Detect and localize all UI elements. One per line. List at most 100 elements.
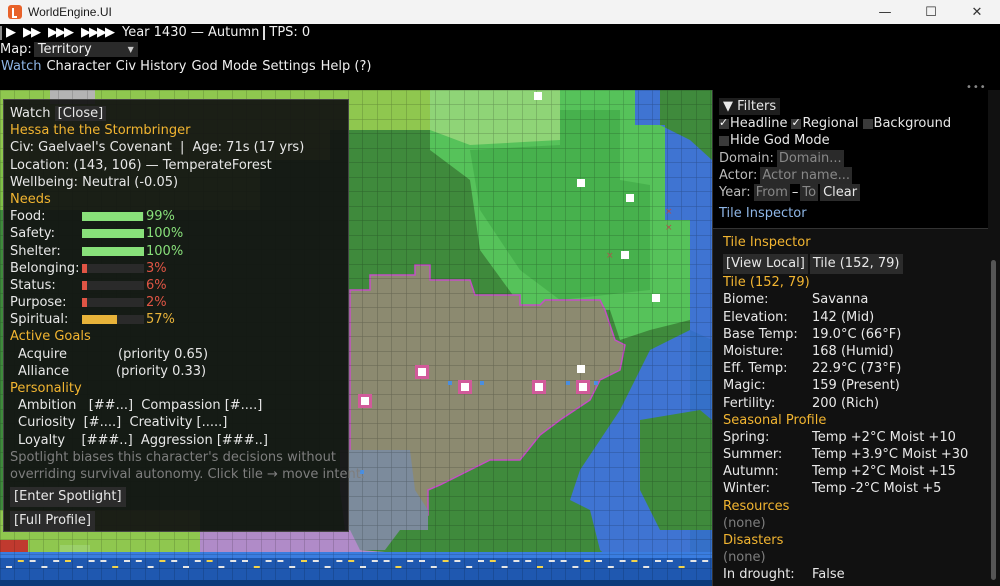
character-civ[interactable]: Civ: Gaelvael's Covenant — [10, 140, 172, 155]
tile-prop-key: Eff. Temp: — [723, 361, 788, 377]
sim-date: Year 1430 — Autumn — [122, 25, 260, 40]
season-key: Winter: — [723, 481, 771, 497]
event-filters-panel: ▼ Filters Headline Regional Background H… — [712, 90, 988, 228]
menu-settings[interactable]: Settings — [261, 59, 316, 74]
need-row: Safety: 100% — [10, 225, 342, 242]
needs-list: Food: 99% Safety: 100% Shelter: 100% Belonging… — [10, 208, 342, 328]
pause-icon[interactable] — [0, 25, 2, 40]
ocean-wave-mark — [301, 560, 307, 562]
watch-close-button[interactable]: [Close] — [54, 106, 107, 121]
tile-prop-key: Elevation: — [723, 309, 788, 325]
ocean-wave-mark — [643, 566, 650, 568]
ocean-wave-mark — [112, 566, 119, 568]
personality-line: Curiosity [#....] Creativity [.....] — [18, 415, 228, 431]
svg-text:×: × — [665, 223, 673, 233]
map-horizontal-scrollbar[interactable] — [0, 580, 712, 586]
menu-watch[interactable]: Watch — [0, 59, 42, 74]
headline-label: Headline — [730, 116, 788, 132]
goal-name: Acquire — [18, 346, 67, 362]
watch-panel: Watch [Close] Hessa the the Stormbringer… — [3, 99, 365, 532]
need-bar — [82, 229, 144, 239]
need-value: 2% — [146, 295, 167, 311]
menu-help[interactable]: Help (?) — [320, 59, 373, 74]
goal-name: Alliance — [18, 363, 70, 379]
year-from-input[interactable]: From — [753, 183, 790, 202]
background-checkbox[interactable] — [862, 118, 873, 129]
ocean-wave-mark — [419, 560, 425, 562]
inspector-scrollbar[interactable] — [988, 90, 1000, 586]
year-to-input[interactable]: To — [800, 183, 819, 202]
maximize-button[interactable]: ☐ — [908, 0, 954, 24]
full-profile-button[interactable]: [Full Profile] — [10, 511, 95, 532]
ocean-wave-mark — [383, 560, 390, 562]
scrollbar-thumb[interactable] — [991, 260, 996, 580]
seasonal-list: Spring: Temp +2°C Moist +10 Summer: Temp +3… — [723, 429, 978, 498]
ocean-wave-mark — [430, 566, 437, 568]
tile-prop-key: Magic: — [723, 378, 766, 394]
ocean-wave-mark — [690, 560, 697, 562]
menu-god-mode[interactable]: God Mode — [190, 59, 258, 74]
tile-properties: Biome: Savanna Elevation: 142 (Mid) Base Tem… — [723, 291, 978, 411]
speed-3-button[interactable]: ▶▶▶ — [48, 25, 74, 40]
need-bar-fill — [82, 298, 87, 308]
ocean-wave-mark — [584, 560, 591, 562]
season-row: Winter: Temp -2°C Moist +5 — [723, 480, 978, 497]
tile-prop-value: 168 (Humid) — [812, 343, 894, 359]
ocean-wave-mark — [702, 560, 709, 562]
view-local-button[interactable]: [View Local] — [723, 254, 808, 275]
map-selector-row: Map: Territory ▼ — [0, 41, 138, 58]
speed-2-button[interactable]: ▶▶ — [23, 25, 41, 40]
need-bar-fill — [82, 246, 144, 256]
ocean-wave-mark — [230, 560, 237, 562]
tile-prop-row: Eff. Temp: 22.9°C (73°F) — [723, 360, 978, 377]
tile-prop-row: Fertility: 200 (Rich) — [723, 395, 978, 412]
ocean-wave-mark — [560, 560, 567, 562]
need-label: Status: — [10, 277, 56, 293]
ocean-wave-mark — [159, 560, 166, 562]
need-label: Belonging: — [10, 260, 80, 276]
hide-god-mode-checkbox[interactable] — [719, 135, 729, 146]
character-age: Age: 71s (17 yrs) — [192, 140, 305, 156]
ocean-wave-mark — [135, 560, 142, 562]
tile-prop-row: Elevation: 142 (Mid) — [723, 309, 978, 326]
drought-value: False — [812, 567, 845, 583]
clear-filters-button[interactable]: Clear — [820, 183, 861, 202]
tile-coord-button[interactable]: Tile (152, 79) — [809, 254, 903, 275]
character-location[interactable]: Location: (143, 106) — TemperateForest — [10, 157, 342, 174]
speed-4-button[interactable]: ▶▶▶▶ — [81, 25, 115, 40]
need-bar-fill — [82, 229, 144, 239]
ocean-wave-mark — [537, 566, 543, 568]
tile-prop-row: Moisture: 168 (Humid) — [723, 343, 978, 360]
ocean-wave-mark — [147, 566, 154, 568]
tile-prop-value: 200 (Rich) — [812, 395, 880, 411]
speed-1-button[interactable]: ▶ — [6, 25, 16, 40]
seasonal-header: Seasonal Profile — [723, 412, 827, 428]
minimize-button[interactable]: — — [862, 0, 908, 24]
need-row: Status: 6% — [10, 277, 342, 294]
app-logo-icon — [8, 5, 22, 19]
ocean-wave-mark — [17, 560, 24, 562]
close-window-button[interactable]: ✕ — [954, 0, 1000, 24]
hide-god-mode-label: Hide God Mode — [730, 133, 830, 149]
tab-tile-inspector[interactable]: Tile Inspector — [719, 205, 807, 222]
ocean-wave-mark — [348, 560, 355, 562]
map-mode-value: Territory — [37, 42, 92, 57]
need-row: Belonging: 3% — [10, 260, 342, 277]
ocean-wave-mark — [100, 560, 107, 562]
ocean-wave-mark — [218, 566, 225, 568]
regional-checkbox[interactable] — [791, 114, 802, 131]
tile-prop-key: Fertility: — [723, 395, 776, 411]
need-value: 99% — [146, 209, 175, 225]
filters-toggle[interactable]: ▼ Filters — [719, 98, 781, 116]
menu-character[interactable]: Character — [45, 59, 111, 74]
personality-header: Personality — [10, 381, 82, 396]
enter-spotlight-button[interactable]: [Enter Spotlight] — [10, 487, 126, 508]
season-key: Spring: — [723, 429, 770, 445]
menu-civ-history[interactable]: Civ History — [115, 59, 188, 74]
map-mode-select[interactable]: Territory ▼ — [33, 42, 138, 57]
actor-input[interactable]: Actor name... — [760, 166, 852, 184]
domain-input[interactable]: Domain... — [776, 149, 844, 167]
need-label: Food: — [10, 209, 46, 225]
svg-text:×: × — [606, 251, 614, 261]
headline-checkbox[interactable] — [719, 114, 729, 131]
